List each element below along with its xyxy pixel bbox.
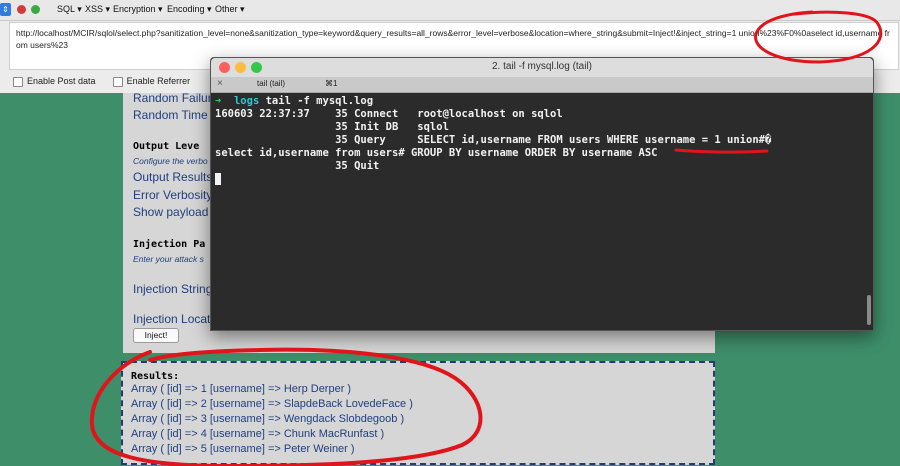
green-dot-icon[interactable] (31, 5, 40, 14)
random-time-option[interactable]: Random Time D (133, 108, 220, 122)
results-box: Results: Array ( [id] => 1 [username] =>… (121, 361, 715, 465)
terminal-scrollbar[interactable] (867, 295, 871, 325)
terminal-window-title: 2. tail -f mysql.log (tail) (491, 61, 593, 72)
option-checkboxes: Enable Post data Enable Referrer (13, 76, 190, 87)
menu-xss[interactable]: XSS ▾ (85, 4, 110, 15)
terminal-window[interactable]: 2. tail -f mysql.log (tail) × tail (tail… (210, 57, 874, 331)
hackbar-toolbar: ⇕ SQL ▾ XSS ▾ Encryption ▾ Encoding ▾ Ot… (0, 0, 900, 21)
error-verbosity-option[interactable]: Error Verbosity (133, 188, 212, 202)
close-tab-icon[interactable]: × (217, 78, 223, 89)
menu-sql[interactable]: SQL ▾ (57, 4, 82, 15)
injection-params-note: Enter your attack s (133, 254, 204, 264)
terminal-titlebar[interactable]: 2. tail -f mysql.log (tail) (211, 58, 873, 77)
result-row: Array ( [id] => 4 [username] => Chunk Ma… (131, 428, 385, 440)
enable-post-checkbox[interactable] (13, 76, 23, 87)
tab-tail[interactable]: tail (tail) (257, 79, 285, 88)
log-line: 35 Quit (215, 160, 380, 172)
red-dot-icon[interactable] (17, 5, 26, 14)
url-text: http://localhost/MCIR/sqlol/select.php?s… (16, 28, 890, 50)
injection-params-heading: Injection Pa (133, 239, 206, 250)
output-level-heading: Output Leve (133, 141, 200, 152)
log-line: 160603 22:37:37 35 Connect root@localhos… (215, 108, 563, 120)
inject-button[interactable]: Inject! (133, 328, 179, 343)
random-failure-option[interactable]: Random Failure (133, 91, 218, 105)
terminal-output[interactable]: ➜ logs tail -f mysql.log 160603 22:37:37… (211, 93, 861, 330)
show-payload-option[interactable]: Show payload (133, 205, 208, 219)
injection-string-label: Injection String: (133, 282, 216, 296)
output-level-note: Configure the verbo (133, 156, 208, 166)
result-row: Array ( [id] => 2 [username] => SlapdeBa… (131, 398, 413, 410)
prompt-arrow-icon: ➜ (215, 95, 222, 107)
results-title: Results: (131, 371, 180, 382)
enable-referrer-label: Enable Referrer (126, 76, 191, 86)
text-cursor (215, 173, 221, 185)
prompt-line: ➜ logs tail -f mysql.log (215, 95, 373, 107)
dropdown-select-icon[interactable]: ⇕ (0, 3, 11, 16)
log-line: 35 Init DB sqlol (215, 121, 449, 133)
enable-referrer-checkbox[interactable] (112, 76, 123, 87)
result-row: Array ( [id] => 1 [username] => Herp Der… (131, 383, 352, 395)
enable-post-label: Enable Post data (27, 76, 96, 86)
menu-encryption[interactable]: Encryption ▾ (113, 4, 163, 15)
result-row: Array ( [id] => 3 [username] => Wengdack… (131, 413, 405, 425)
tab-shortcut: ⌘1 (325, 79, 338, 88)
injection-location-label: Injection Locati (133, 312, 214, 326)
output-results-option[interactable]: Output Results (133, 170, 212, 184)
menu-encoding[interactable]: Encoding ▾ (167, 4, 212, 15)
log-line: 35 Query SELECT id,username FROM users W… (215, 134, 772, 146)
log-line: select id,username from users# GROUP BY … (215, 147, 658, 159)
menu-other[interactable]: Other ▾ (215, 4, 245, 15)
result-row: Array ( [id] => 5 [username] => Peter We… (131, 443, 355, 455)
prompt-cwd: logs (233, 95, 260, 107)
terminal-tabbar: × tail (tail) ⌘1 (211, 77, 873, 93)
prompt-command: tail -f mysql.log (265, 95, 374, 107)
